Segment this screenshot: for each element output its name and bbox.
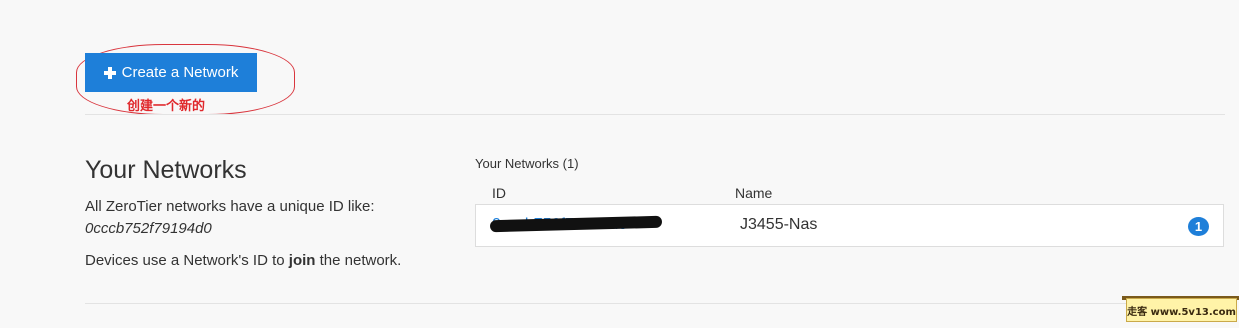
join-text-post: the network. [315, 252, 402, 269]
divider-top [85, 114, 1225, 115]
join-text-pre: Devices use a Network's ID to [85, 252, 289, 269]
create-network-button[interactable]: Create a Network [85, 53, 257, 92]
annotation-text: 创建一个新的 [127, 99, 206, 114]
watermark-logo: 走客 www.5v13.com [1112, 292, 1239, 328]
divider-bottom [85, 303, 1225, 304]
create-network-label: Create a Network [121, 64, 239, 81]
column-header-name: Name [735, 185, 773, 201]
network-name: J3455-Nas [740, 216, 818, 233]
member-count-badge: 1 [1188, 217, 1209, 236]
networks-count-label: Your Networks (1) [475, 156, 579, 171]
column-header-id: ID [492, 185, 506, 201]
network-row[interactable]: 0cccb752f79194d0 J3455-Nas 1 [475, 204, 1224, 247]
example-network-id: 0cccb752f79194d0 [85, 220, 212, 237]
join-text-bold: join [288, 252, 316, 269]
watermark-text: 走客 www.5v13.com [1126, 298, 1237, 322]
page-title: Your Networks [85, 156, 247, 184]
intro-description: All ZeroTier networks have a unique ID l… [85, 198, 375, 215]
plus-icon [103, 66, 116, 79]
join-description: Devices use a Network's ID to join the n… [85, 252, 401, 269]
